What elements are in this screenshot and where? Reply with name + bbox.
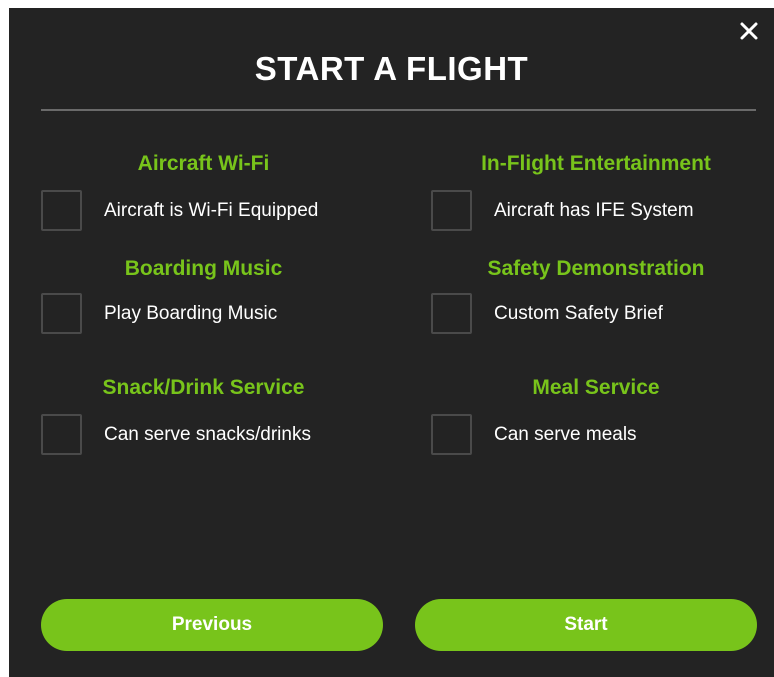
label-wifi-equipped: Aircraft is Wi-Fi Equipped	[104, 200, 319, 221]
previous-button[interactable]: Previous	[41, 599, 383, 651]
section-title-in-flight-entertainment: In-Flight Entertainment	[481, 152, 711, 175]
section-title-snack-drink-service: Snack/Drink Service	[102, 376, 305, 399]
checkbox-wifi-equipped[interactable]	[41, 190, 82, 231]
dialog-title: START A FLIGHT	[254, 50, 529, 87]
start-button[interactable]: Start	[415, 599, 757, 651]
label-meals: Can serve meals	[494, 424, 637, 445]
checkbox-ife-system[interactable]	[431, 190, 472, 231]
start-flight-dialog: START A FLIGHT Aircraft Wi-Fi Aircraft i…	[9, 8, 774, 677]
checkbox-snacks-drinks[interactable]	[41, 414, 82, 455]
section-title-aircraft-wifi: Aircraft Wi-Fi	[137, 152, 270, 175]
label-snacks-drinks: Can serve snacks/drinks	[104, 424, 311, 445]
label-ife-system: Aircraft has IFE System	[494, 200, 694, 221]
close-icon[interactable]	[738, 20, 760, 42]
section-title-boarding-music: Boarding Music	[124, 257, 283, 280]
section-title-safety-demonstration: Safety Demonstration	[487, 257, 705, 280]
label-boarding-music: Play Boarding Music	[104, 303, 278, 324]
section-title-meal-service: Meal Service	[532, 376, 660, 399]
checkbox-boarding-music[interactable]	[41, 293, 82, 334]
label-custom-safety-brief: Custom Safety Brief	[494, 303, 663, 324]
checkbox-custom-safety-brief[interactable]	[431, 293, 472, 334]
title-divider	[41, 109, 756, 111]
checkbox-meals[interactable]	[431, 414, 472, 455]
